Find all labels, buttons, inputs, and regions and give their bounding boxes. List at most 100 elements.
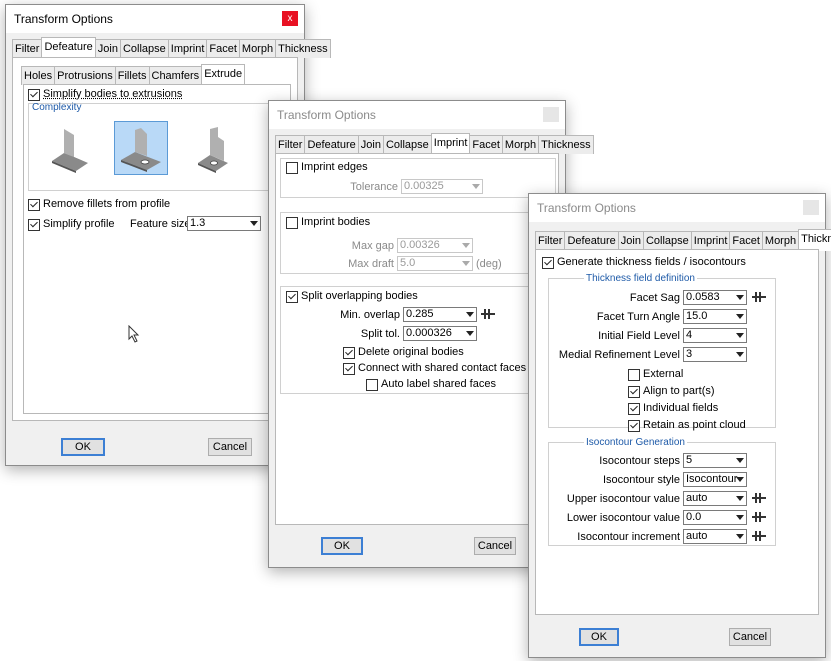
- tab-filter[interactable]: Filter: [535, 231, 566, 250]
- connect-shared-label: Connect with shared contact faces: [358, 362, 527, 374]
- tab-collapse[interactable]: Collapse: [382, 135, 432, 154]
- tab-imprint[interactable]: Imprint: [167, 39, 208, 58]
- tab-facet[interactable]: Facet: [206, 39, 240, 58]
- complexity-title: Complexity: [32, 102, 82, 113]
- tab-collapse[interactable]: Collapse: [642, 231, 692, 250]
- subtab-extrude[interactable]: Extrude: [201, 64, 246, 86]
- lower-value-dropdown-icon[interactable]: [736, 515, 744, 520]
- medial-level-label: Medial Refinement Level: [558, 349, 680, 361]
- tab-morph[interactable]: Morph: [501, 135, 540, 154]
- auto-label-checkbox[interactable]: [366, 379, 378, 391]
- max-gap-dropdown-icon[interactable]: [462, 243, 470, 248]
- iso-steps-label: Isocontour steps: [599, 455, 680, 467]
- max-draft-dropdown-icon[interactable]: [462, 261, 470, 266]
- defeature-panel: Holes Protrusions Fillets Chamfers Extru…: [12, 57, 298, 421]
- tab-imprint[interactable]: Imprint: [690, 231, 731, 250]
- simplify-profile-checkbox[interactable]: [28, 219, 40, 231]
- extrude-panel: Simplify bodies to extrusions Complexity…: [23, 84, 291, 414]
- imprint-panel: Imprint edges Tolerance 0.00325 Imprint …: [275, 153, 559, 525]
- subtab-protrusions[interactable]: Protrusions: [54, 66, 116, 85]
- tab-defeature[interactable]: Defeature: [41, 37, 96, 59]
- max-gap-label: Max gap: [351, 240, 394, 252]
- external-checkbox[interactable]: [628, 369, 640, 381]
- cancel-button[interactable]: Cancel: [729, 628, 771, 646]
- tab-join[interactable]: Join: [357, 135, 384, 154]
- tolerance-dropdown-icon[interactable]: [472, 184, 480, 189]
- iso-steps-dropdown-icon[interactable]: [736, 458, 744, 463]
- tab-defeature[interactable]: Defeature: [564, 231, 619, 250]
- delete-original-checkbox[interactable]: [343, 347, 355, 359]
- auto-label-label: Auto label shared faces: [381, 378, 496, 390]
- tab-thickness[interactable]: Thickness: [798, 229, 831, 251]
- shape-medium-icon[interactable]: [114, 121, 168, 175]
- split-tol-dropdown-icon[interactable]: [466, 331, 474, 336]
- simplify-bodies-checkbox[interactable]: [28, 89, 40, 101]
- medial-level-dropdown-icon[interactable]: [736, 352, 744, 357]
- window-titlebar[interactable]: Transform Options x: [6, 5, 304, 33]
- deg-label: (deg): [476, 258, 502, 270]
- facet-sag-slider-icon[interactable]: [752, 292, 766, 302]
- tab-filter[interactable]: Filter: [12, 39, 43, 58]
- close-icon[interactable]: x: [282, 11, 298, 26]
- min-overlap-label: Min. overlap: [340, 309, 400, 321]
- min-overlap-slider-icon[interactable]: [481, 309, 495, 319]
- imprint-edges-checkbox[interactable]: [286, 162, 298, 174]
- lower-value-slider-icon[interactable]: [752, 512, 766, 522]
- imprint-edges-label: Imprint edges: [301, 161, 368, 173]
- tab-morph[interactable]: Morph: [238, 39, 277, 58]
- cancel-button[interactable]: Cancel: [208, 438, 252, 456]
- simplify-profile-label: Simplify profile: [43, 218, 115, 230]
- upper-value-slider-icon[interactable]: [752, 493, 766, 503]
- cancel-button[interactable]: Cancel: [474, 537, 516, 555]
- window-titlebar[interactable]: Transform Options: [529, 194, 825, 222]
- connect-shared-checkbox[interactable]: [343, 363, 355, 375]
- remove-fillets-checkbox[interactable]: [28, 199, 40, 211]
- tolerance-label: Tolerance: [350, 181, 398, 193]
- initial-level-label: Initial Field Level: [598, 330, 680, 342]
- ok-button[interactable]: OK: [321, 537, 363, 555]
- shape-simple-icon[interactable]: [44, 123, 96, 175]
- split-overlapping-checkbox[interactable]: [286, 291, 298, 303]
- min-overlap-dropdown-icon[interactable]: [466, 312, 474, 317]
- max-draft-label: Max draft: [348, 258, 394, 270]
- shape-complex-icon[interactable]: [188, 123, 240, 175]
- close-icon[interactable]: [803, 200, 819, 215]
- close-icon[interactable]: [543, 107, 559, 122]
- tab-defeature[interactable]: Defeature: [304, 135, 359, 154]
- tab-facet[interactable]: Facet: [729, 231, 763, 250]
- tolerance-field[interactable]: 0.00325: [401, 179, 483, 194]
- feature-size-dropdown-icon[interactable]: [250, 221, 258, 226]
- imprint-bodies-checkbox[interactable]: [286, 217, 298, 229]
- window-title: Transform Options: [14, 12, 113, 26]
- tab-facet[interactable]: Facet: [469, 135, 503, 154]
- tab-join[interactable]: Join: [617, 231, 644, 250]
- individual-checkbox[interactable]: [628, 403, 640, 415]
- tab-collapse[interactable]: Collapse: [119, 39, 169, 58]
- subtab-chamfers[interactable]: Chamfers: [148, 66, 203, 85]
- initial-level-dropdown-icon[interactable]: [736, 333, 744, 338]
- facet-sag-dropdown-icon[interactable]: [736, 295, 744, 300]
- ok-button[interactable]: OK: [579, 628, 619, 646]
- subtab-fillets[interactable]: Fillets: [114, 66, 150, 85]
- align-checkbox[interactable]: [628, 386, 640, 398]
- facet-turn-dropdown-icon[interactable]: [736, 314, 744, 319]
- tab-join[interactable]: Join: [94, 39, 121, 58]
- tab-thickness[interactable]: Thickness: [275, 39, 331, 58]
- tab-thickness[interactable]: Thickness: [538, 135, 594, 154]
- ok-button[interactable]: OK: [61, 438, 105, 456]
- iso-style-dropdown-icon[interactable]: [736, 477, 744, 482]
- tab-imprint[interactable]: Imprint: [430, 133, 471, 155]
- increment-slider-icon[interactable]: [752, 531, 766, 541]
- upper-value-dropdown-icon[interactable]: [736, 496, 744, 501]
- tab-filter[interactable]: Filter: [275, 135, 306, 154]
- generate-thickness-checkbox[interactable]: [542, 257, 554, 269]
- iso-style-label: Isocontour style: [602, 474, 680, 486]
- align-label: Align to part(s): [643, 385, 715, 397]
- retain-label: Retain as point cloud: [643, 419, 746, 431]
- window-titlebar[interactable]: Transform Options: [269, 101, 565, 129]
- transform-options-window-thickness: Transform Options Filter Defeature Join …: [528, 193, 831, 658]
- increment-dropdown-icon[interactable]: [736, 534, 744, 539]
- subtab-holes[interactable]: Holes: [21, 66, 56, 85]
- tab-morph[interactable]: Morph: [761, 231, 800, 250]
- retain-checkbox[interactable]: [628, 420, 640, 432]
